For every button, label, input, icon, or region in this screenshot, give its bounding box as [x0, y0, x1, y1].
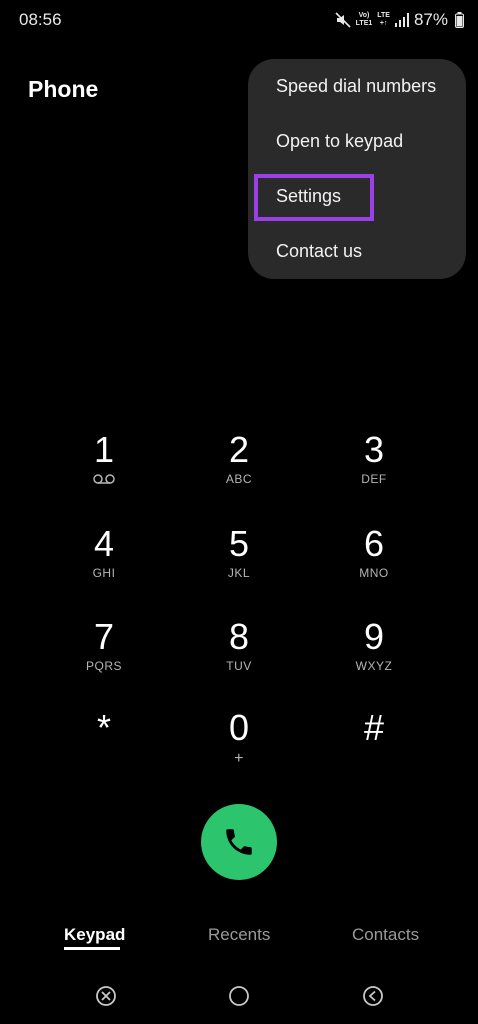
status-time: 08:56: [19, 10, 62, 29]
call-button[interactable]: [201, 804, 277, 880]
status-icons: Vo) LTE1 LTE +↑ 87%: [335, 9, 464, 31]
volte-top: Vo): [358, 12, 370, 19]
key-digit: 3: [363, 429, 385, 470]
key-digit: #: [363, 707, 385, 748]
key-3[interactable]: 3 DEF: [319, 430, 429, 512]
key-4[interactable]: 4 GHI: [49, 524, 159, 606]
key-digit: 6: [363, 523, 385, 564]
key-digit: 4: [93, 523, 115, 564]
phone-icon: [226, 829, 252, 855]
tab-keypad[interactable]: Keypad: [64, 925, 125, 945]
key-0[interactable]: 0 +: [184, 708, 294, 790]
overflow-menu: Speed dial numbers Open to keypad Settin…: [248, 59, 466, 279]
key-5[interactable]: 5 JKL: [184, 524, 294, 606]
key-9[interactable]: 9 WXYZ: [319, 617, 429, 699]
key-8[interactable]: 8 TUV: [184, 617, 294, 699]
key-star[interactable]: *: [49, 708, 159, 790]
menu-item-open-to-keypad[interactable]: Open to keypad: [276, 131, 403, 152]
status-bar: 08:56 Vo) LTE1 LTE +↑ 87%: [0, 0, 478, 40]
key-letters: GHI: [92, 566, 116, 580]
tab-contacts[interactable]: Contacts: [352, 925, 419, 945]
home-icon: [229, 986, 249, 1006]
key-letters: PQRS: [85, 659, 122, 673]
key-digit: 8: [228, 616, 250, 657]
battery-percent: 87%: [413, 10, 448, 29]
volte-bottom: LTE1: [355, 20, 373, 27]
volte-indicator: Vo) LTE1: [356, 12, 373, 28]
voicemail-icon: [93, 474, 115, 484]
key-digit: 0: [228, 707, 250, 748]
key-digit: 9: [363, 616, 385, 657]
key-6[interactable]: 6 MNO: [319, 524, 429, 606]
back-icon: [363, 986, 383, 1006]
key-letters: +: [234, 750, 244, 767]
tab-keypad-underline: [64, 947, 120, 950]
menu-item-speed-dial[interactable]: Speed dial numbers: [276, 76, 436, 97]
recent-apps-button[interactable]: [95, 985, 117, 1007]
battery-icon: [455, 12, 464, 28]
key-hash[interactable]: #: [319, 708, 429, 790]
key-digit: 7: [93, 616, 115, 657]
lte-top: LTE: [377, 12, 390, 19]
menu-item-settings[interactable]: Settings: [276, 186, 341, 207]
signal-icon: [394, 13, 409, 27]
key-letters: WXYZ: [355, 659, 393, 673]
key-digit: 1: [93, 429, 115, 470]
key-digit: 5: [228, 523, 250, 564]
page-title: Phone: [28, 76, 99, 102]
tab-recents[interactable]: Recents: [208, 925, 270, 945]
lte-indicator: LTE +↑: [377, 12, 390, 28]
home-button[interactable]: [228, 985, 250, 1007]
key-1[interactable]: 1: [49, 430, 159, 512]
key-letters: JKL: [227, 566, 251, 580]
mute-icon: [335, 12, 351, 28]
key-2[interactable]: 2 ABC: [184, 430, 294, 512]
menu-item-contact-us[interactable]: Contact us: [276, 241, 362, 262]
lte-bottom: +↑: [379, 20, 388, 27]
key-letters: TUV: [226, 659, 252, 673]
key-letters: MNO: [359, 566, 389, 580]
recent-apps-icon: [96, 986, 116, 1006]
back-button[interactable]: [362, 985, 384, 1007]
key-letters: ABC: [225, 472, 253, 486]
key-digit: *: [96, 707, 111, 748]
key-7[interactable]: 7 PQRS: [49, 617, 159, 699]
key-digit: 2: [228, 429, 250, 470]
key-letters: DEF: [361, 472, 387, 486]
